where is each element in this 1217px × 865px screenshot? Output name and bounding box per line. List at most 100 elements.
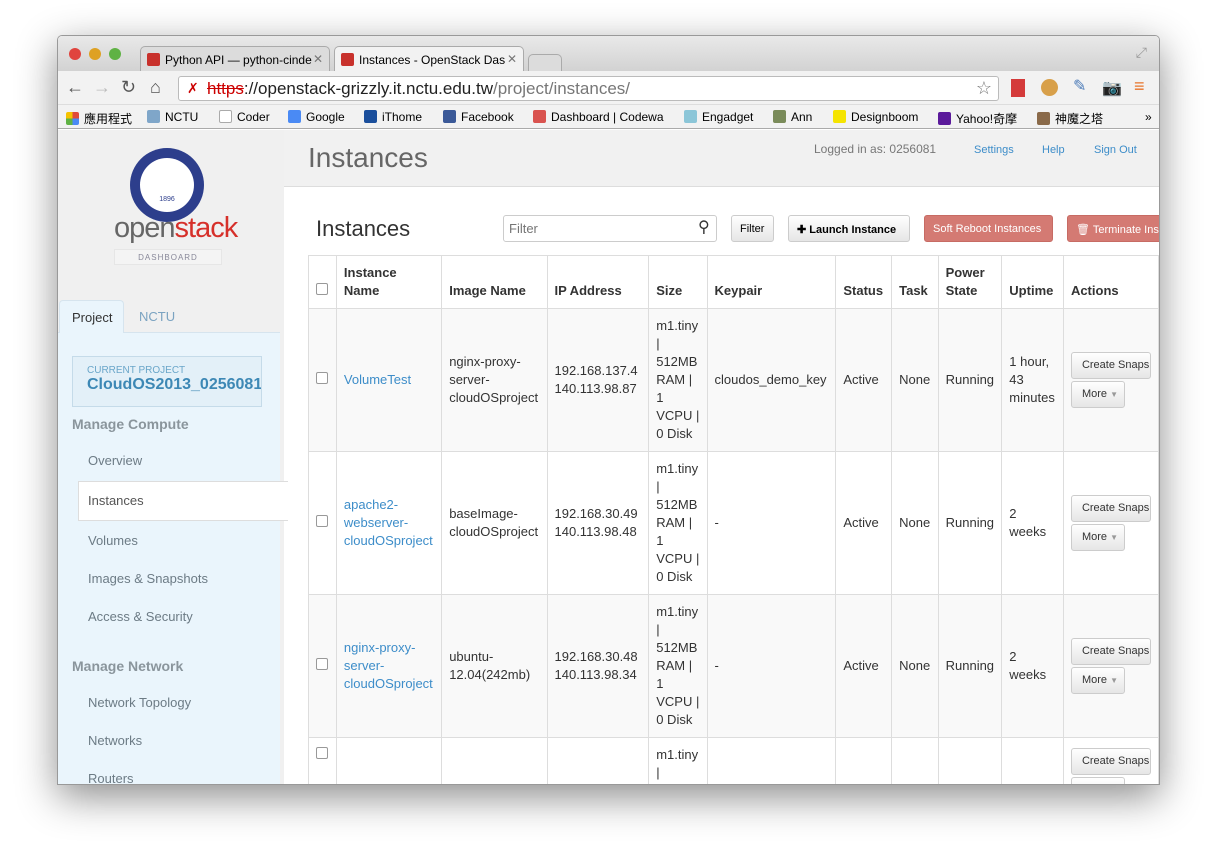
filter-input[interactable]	[503, 215, 717, 242]
instance-name-link[interactable]: VolumeTest	[344, 372, 411, 387]
more-label: More	[1081, 531, 1107, 543]
forward-icon[interactable]: →	[93, 77, 111, 98]
ip-floating: 140.113.98.48	[554, 524, 637, 539]
power-state: Running	[937, 451, 1003, 595]
openstack-favicon-icon	[341, 53, 354, 66]
col-uptime[interactable]: Uptime	[1001, 255, 1064, 309]
row-checkbox[interactable]	[308, 451, 337, 595]
close-tab-icon[interactable]: ✕	[313, 52, 323, 66]
row-checkbox[interactable]	[308, 308, 337, 452]
bookmark-item[interactable]: Coder	[219, 110, 270, 124]
col-keypair[interactable]: Keypair	[706, 255, 837, 309]
instance-name-link[interactable]: apache2-webserver-cloudOSproject	[344, 497, 433, 548]
bookmark-item[interactable]: iThome	[364, 110, 422, 124]
table-row: VolumeTest nginx-proxy-server-cloudOSpro…	[308, 308, 1159, 452]
col-task[interactable]: Task	[891, 255, 939, 309]
reload-icon[interactable]: ↻	[121, 77, 136, 98]
filter-button[interactable]: Filter	[731, 215, 774, 242]
nav-instances[interactable]: Instances	[88, 493, 144, 508]
create-snapshot-button[interactable]: Create Snapshot	[1070, 638, 1151, 665]
new-tab-button[interactable]	[528, 54, 562, 72]
project-switcher[interactable]: CURRENT PROJECT CloudOS2013_0256081	[72, 356, 262, 407]
bookmark-item[interactable]: Yahoo!奇摩	[938, 110, 1017, 127]
col-status[interactable]: Status	[835, 255, 893, 309]
help-link[interactable]: Help	[1042, 144, 1065, 156]
bookmark-item[interactable]: NCTU	[147, 110, 198, 124]
actions-cell: Create SnapshotMore ▼	[1062, 308, 1159, 452]
extension-book-icon[interactable]	[1011, 79, 1025, 97]
ip-address	[546, 737, 650, 784]
col-size[interactable]: Size	[648, 255, 708, 309]
col-image-name[interactable]: Image Name	[441, 255, 548, 309]
home-icon[interactable]: ⌂	[150, 77, 161, 98]
soft-reboot-button[interactable]: Soft Reboot Instances	[924, 215, 1053, 242]
more-dropdown-button[interactable]: More ▼	[1070, 777, 1125, 784]
fullscreen-icon[interactable]: ⤢	[1136, 44, 1147, 61]
dashboard-label: DASHBOARD	[114, 249, 222, 265]
terminate-instances-button[interactable]: 🗑 Terminate Instances	[1067, 215, 1159, 242]
ip-address: 192.168.137.4 140.113.98.87	[546, 308, 650, 452]
menu-icon[interactable]: ≡	[1134, 76, 1145, 97]
tab-project[interactable]: Project	[59, 300, 124, 333]
close-window-button[interactable]	[69, 48, 81, 60]
zoom-window-button[interactable]	[109, 48, 121, 60]
bookmark-item[interactable]: Google	[288, 110, 345, 124]
sign-out-link[interactable]: Sign Out	[1094, 144, 1137, 156]
create-snapshot-button[interactable]: Create Snapshot	[1070, 352, 1151, 379]
minimize-window-button[interactable]	[89, 48, 101, 60]
more-dropdown-button[interactable]: More ▼	[1070, 667, 1125, 694]
nav-images-snapshots[interactable]: Images & Snapshots	[88, 571, 208, 586]
more-bookmarks-button[interactable]: »	[1145, 110, 1152, 124]
task: None	[891, 308, 939, 452]
trash-icon: 🗑	[1076, 224, 1093, 236]
nav-networks[interactable]: Networks	[88, 733, 142, 748]
browser-tab[interactable]: Python API — python-cinde ✕	[140, 46, 330, 72]
nav-network-topology[interactable]: Network Topology	[88, 695, 191, 710]
bookmark-item[interactable]: Ann	[773, 110, 812, 124]
launch-instance-button[interactable]: ✚ Launch Instance	[788, 215, 910, 242]
address-bar[interactable]: ✗ https://openstack-grizzly.it.nctu.edu.…	[178, 76, 999, 101]
bookmark-item[interactable]: 應用程式	[66, 110, 132, 127]
bookmark-item[interactable]: 神魔之塔	[1037, 110, 1103, 127]
nav-overview[interactable]: Overview	[88, 453, 142, 468]
extension-camera-icon[interactable]: 📷	[1102, 78, 1122, 98]
current-project-name: CloudOS2013_0256081	[87, 376, 262, 393]
bookmark-item[interactable]: Dashboard | Codewa	[533, 110, 668, 124]
bookmark-item[interactable]: Facebook	[443, 110, 514, 124]
nav-volumes[interactable]: Volumes	[88, 533, 138, 548]
size: m1.tiny |	[648, 737, 708, 784]
current-project-label: CURRENT PROJECT	[87, 365, 186, 376]
more-dropdown-button[interactable]: More ▼	[1070, 524, 1125, 551]
extension-eyedropper-icon[interactable]: ✎	[1073, 76, 1086, 96]
row-checkbox[interactable]	[308, 594, 337, 738]
bookmark-star-icon[interactable]: ☆	[976, 78, 992, 99]
apps-icon	[66, 112, 79, 125]
instances-table: Instance Name Image Name IP Address Size…	[308, 255, 1159, 784]
extension-cookie-icon[interactable]	[1041, 79, 1058, 96]
uptime	[1001, 737, 1064, 784]
section-manage-network: Manage Network	[72, 658, 184, 674]
ip-address: 192.168.30.49 140.113.98.48	[546, 451, 650, 595]
close-tab-icon[interactable]: ✕	[507, 52, 517, 66]
browser-tab-active[interactable]: Instances - OpenStack Das ✕	[334, 46, 524, 72]
image-name	[441, 737, 548, 784]
nav-access-security[interactable]: Access & Security	[88, 609, 193, 624]
more-label: More	[1081, 674, 1107, 686]
col-power-state[interactable]: Power State	[937, 255, 1003, 309]
bookmark-item[interactable]: Engadget	[684, 110, 753, 124]
col-ip-address[interactable]: IP Address	[546, 255, 650, 309]
more-dropdown-button[interactable]: More ▼	[1070, 381, 1125, 408]
back-icon[interactable]: ←	[66, 77, 84, 98]
bookmark-item[interactable]: Designboom	[833, 110, 918, 124]
logged-in-user: Logged in as: 0256081	[814, 142, 937, 156]
row-checkbox[interactable]	[308, 737, 337, 784]
tab-nctu[interactable]: NCTU	[127, 300, 187, 333]
create-snapshot-button[interactable]: Create Snapshot	[1070, 748, 1151, 775]
actions-cell: Create SnapshotMore ▼	[1062, 594, 1159, 738]
col-instance-name[interactable]: Instance Name	[335, 255, 443, 309]
settings-link[interactable]: Settings	[974, 144, 1014, 156]
create-snapshot-button[interactable]: Create Snapshot	[1070, 495, 1151, 522]
nav-routers[interactable]: Routers	[88, 771, 134, 784]
select-all-checkbox[interactable]	[308, 255, 337, 309]
instance-name-link[interactable]: nginx-proxy-server-cloudOSproject	[344, 640, 433, 691]
